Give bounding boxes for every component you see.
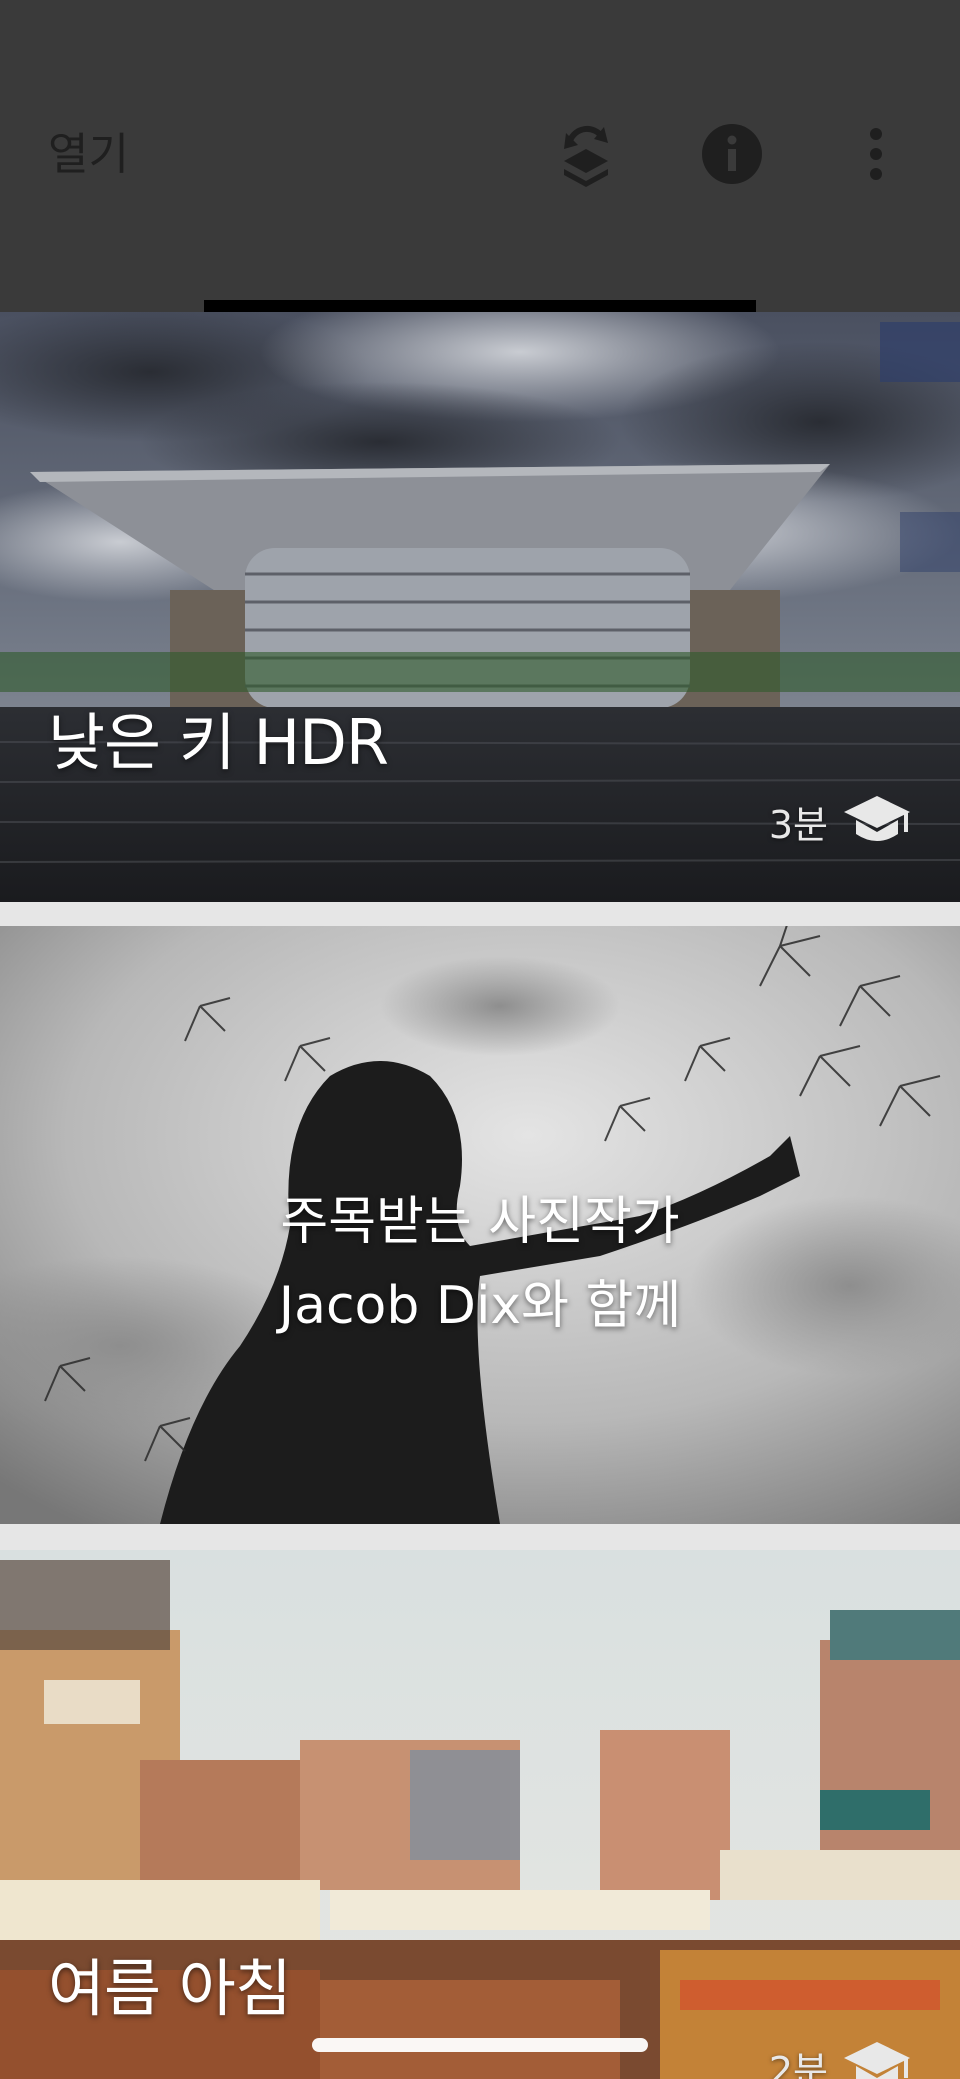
open-button[interactable]: 열기 [48, 118, 129, 182]
gesture-navigation-bar[interactable] [312, 2038, 648, 2052]
card-title: 낮은 키 HDR [48, 706, 389, 779]
app-screen: 열기 낮은 키 HDR 3분 주목받는 사진작가 Jacob Dix와 함께 여… [0, 0, 960, 2079]
graduation-cap-icon [844, 796, 910, 841]
look-card-summer-morning[interactable]: 여름 아침 2분 [0, 1550, 960, 2079]
card-duration: 3분 [769, 792, 912, 850]
featured-photographer-card[interactable]: 주목받는 사진작가 Jacob Dix와 함께 [0, 926, 960, 1524]
top-app-bar: 열기 [0, 0, 960, 312]
graduation-cap-icon [844, 2042, 910, 2079]
duration-text: 3분 [768, 802, 828, 847]
layers-refresh-icon[interactable] [550, 118, 622, 190]
duration-text: 2분 [768, 2048, 828, 2079]
card-title-line-1: 주목받는 사진작가 [280, 1192, 680, 1252]
look-card-low-key-hdr[interactable]: 낮은 키 HDR 3분 [0, 312, 960, 902]
card-title: 여름 아침 [48, 1952, 292, 2025]
info-icon[interactable] [696, 118, 768, 190]
card-duration: 2분 [769, 2038, 912, 2079]
tab-indicator [204, 300, 756, 312]
more-vert-icon[interactable] [840, 118, 912, 190]
card-title-line-2: Jacob Dix와 함께 [278, 1276, 682, 1336]
